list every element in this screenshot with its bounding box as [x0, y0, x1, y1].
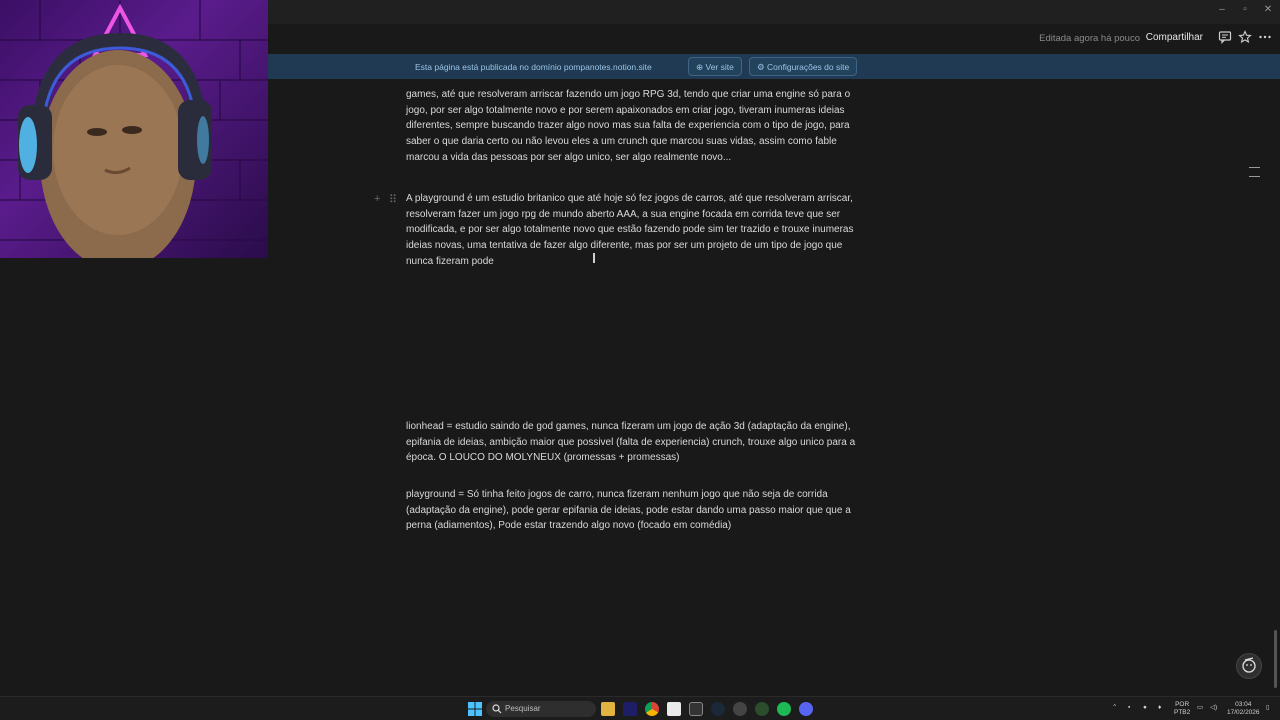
comment-icon[interactable]	[1218, 30, 1234, 46]
steam-icon[interactable]	[711, 702, 725, 716]
network-icon[interactable]: ▭	[1197, 704, 1203, 712]
maximize-button[interactable]: ▫	[1235, 4, 1255, 15]
add-block-icon[interactable]: +	[374, 193, 380, 205]
tray-app-icon[interactable]: ▪	[1128, 704, 1130, 712]
site-settings-button[interactable]: ⚙ Configurações do site	[749, 57, 858, 76]
paragraph-lionhead-summary[interactable]: lionhead = estudio saindo de god games, …	[406, 419, 866, 466]
text-line: games, até que resolveram arriscar fazen…	[406, 89, 851, 100]
windows-start-icon[interactable]	[468, 702, 482, 716]
site-settings-label: Configurações do site	[767, 62, 850, 72]
text-line: jogo, por ser algo totalmente novo e por…	[406, 104, 845, 116]
published-notice: Esta página está publicada no domínio po…	[415, 62, 652, 72]
close-button[interactable]: ✕	[1258, 4, 1278, 15]
minimize-button[interactable]: –	[1212, 4, 1232, 15]
settings-icon: ⚙	[757, 62, 765, 72]
more-options-icon[interactable]	[1258, 30, 1274, 46]
spotify-icon[interactable]	[777, 702, 791, 716]
clock[interactable]: 03:04 17/02/2026	[1227, 701, 1260, 717]
clock-time: 03:04	[1235, 701, 1252, 708]
ai-face-icon	[1242, 657, 1256, 673]
drag-handle-icon[interactable]: ⠿	[389, 193, 397, 206]
view-site-button[interactable]: ⊕ Ver site	[688, 57, 742, 76]
text-line: diferentes, sempre buscando trazer algo …	[406, 120, 850, 132]
chrome-icon[interactable]	[645, 702, 659, 716]
language-indicator[interactable]: POR PTB2	[1174, 701, 1190, 717]
language-code: POR	[1175, 701, 1190, 708]
clock-date: 17/02/2026	[1227, 709, 1260, 716]
tray-mic-icon[interactable]: ♦	[1158, 704, 1161, 712]
premiere-icon[interactable]	[623, 702, 637, 716]
show-hidden-icons[interactable]: ⌃	[1112, 704, 1117, 712]
paragraph-playground-story[interactable]: A playground é um estudio britanico que …	[406, 191, 866, 270]
search-icon	[492, 704, 502, 714]
file-explorer-icon[interactable]	[601, 702, 615, 716]
windows-taskbar: Pesquisar ⌃ ▪ ● ♦ POR PTB2 ▭ ◁) 03:04 17…	[0, 696, 1280, 720]
keyboard-layout: PTB2	[1174, 709, 1191, 716]
paragraph-lionhead-story[interactable]: games, até que resolveram arriscar fazen…	[406, 87, 866, 166]
favorite-star-icon[interactable]	[1238, 30, 1254, 46]
tray-steam-icon[interactable]: ●	[1143, 704, 1147, 712]
text-line: saber o que daria certo ou não levou ele…	[406, 136, 837, 148]
text-cursor-icon	[593, 253, 595, 263]
globe-icon: ⊕	[696, 62, 704, 72]
notification-icon[interactable]: ▯	[1266, 704, 1270, 712]
share-button[interactable]: Compartilhar	[1146, 32, 1203, 43]
ai-assistant-button[interactable]	[1236, 653, 1262, 679]
outline-marker[interactable]	[1249, 176, 1260, 177]
app-icon[interactable]	[733, 702, 747, 716]
discord-icon[interactable]	[799, 702, 813, 716]
search-placeholder: Pesquisar	[505, 704, 541, 713]
notion-icon[interactable]	[667, 702, 681, 716]
scrollbar-thumb[interactable]	[1274, 630, 1277, 688]
edited-status: Editada agora há pouco	[1039, 33, 1140, 44]
webcam-overlay	[0, 0, 268, 258]
outline-marker[interactable]	[1249, 167, 1260, 168]
volume-icon[interactable]: ◁)	[1210, 704, 1217, 712]
obs-icon[interactable]	[689, 702, 703, 716]
xbox-icon[interactable]	[755, 702, 769, 716]
text-line: marcou a vida das pessoas por ser algo u…	[406, 151, 732, 163]
paragraph-playground-summary[interactable]: playground = Só tinha feito jogos de car…	[406, 487, 866, 534]
taskbar-search[interactable]: Pesquisar	[486, 701, 596, 717]
view-site-label: Ver site	[705, 62, 734, 72]
